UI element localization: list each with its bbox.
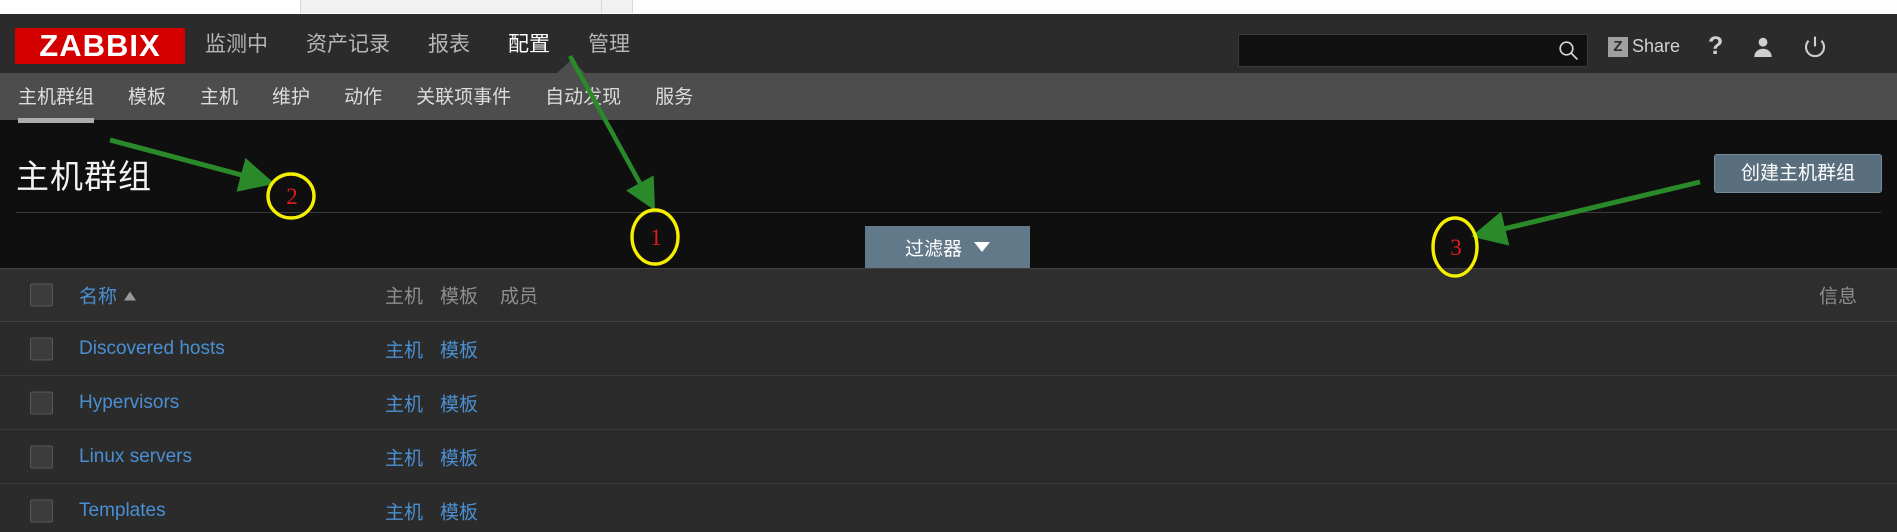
row-templates-link[interactable]: 模板: [440, 335, 478, 362]
row-hosts-link[interactable]: 主机: [385, 443, 423, 470]
row-checkbox[interactable]: [30, 445, 53, 468]
main-navigation: 监测中 资产记录 报表 配置 管理: [205, 32, 630, 58]
row-hosts-link[interactable]: 主机: [385, 389, 423, 416]
zabbix-host-groups-page: ZABBIX 监测中 资产记录 报表 配置 管理 Z Share ? 主机群组 …: [0, 0, 1897, 532]
subnav-item-templates[interactable]: 模板: [128, 82, 166, 123]
row-checkbox[interactable]: [30, 337, 53, 360]
column-header-info: 信息: [1818, 286, 1857, 308]
search-icon[interactable]: [1558, 40, 1579, 61]
share-icon: Z: [1608, 36, 1628, 57]
annotation-marker-3-label: 3: [1450, 235, 1462, 260]
help-icon-glyph: ?: [1708, 32, 1724, 60]
host-group-name-link[interactable]: Templates: [79, 500, 166, 522]
user-icon[interactable]: [1751, 35, 1775, 59]
column-header-name[interactable]: 名称: [79, 282, 137, 309]
column-header-members: 成员: [500, 286, 539, 308]
nav-item-monitoring[interactable]: 监测中: [205, 32, 268, 58]
nav-item-configuration[interactable]: 配置: [508, 32, 550, 58]
annotation-arrow-3: [1471, 179, 1701, 246]
subnav-item-host-groups[interactable]: 主机群组: [18, 82, 95, 123]
select-all-checkbox[interactable]: [30, 283, 53, 307]
select-all-checkbox-cell: [30, 283, 53, 307]
browser-tab[interactable]: [0, 0, 301, 13]
top-header: ZABBIX 监测中 资产记录 报表 配置 管理 Z Share ?: [0, 14, 1897, 73]
row-checkbox-cell: [30, 499, 53, 522]
host-group-name-link[interactable]: Discovered hosts: [79, 338, 225, 360]
subnav-item-services[interactable]: 服务: [655, 82, 693, 123]
annotation-marker-2-label: 2: [286, 184, 298, 209]
nav-item-administration[interactable]: 管理: [588, 32, 630, 58]
annotation-marker-1-label: 1: [650, 225, 662, 250]
chevron-down-icon: [974, 242, 990, 252]
table-row: Templates 主机 模板: [0, 484, 1897, 532]
sort-ascending-icon: [124, 291, 137, 301]
column-header-name-label: 名称: [79, 286, 118, 308]
power-icon[interactable]: [1803, 35, 1827, 59]
row-checkbox[interactable]: [30, 391, 53, 414]
search-input[interactable]: [1239, 35, 1549, 66]
row-checkbox-cell: [30, 391, 53, 414]
nav-item-inventory[interactable]: 资产记录: [306, 32, 390, 58]
share-label: Share: [1632, 36, 1681, 56]
table-row: Linux servers 主机 模板: [0, 430, 1897, 484]
column-header-hosts: 主机: [385, 286, 424, 308]
search-box: [1238, 34, 1588, 67]
column-header-templates: 模板: [440, 286, 479, 308]
help-icon[interactable]: ?: [1708, 32, 1723, 61]
row-hosts-link[interactable]: 主机: [385, 497, 423, 524]
browser-tab[interactable]: [301, 0, 602, 13]
host-groups-table: 名称 主机 模板 成员 信息 Discovered hosts 主机 模板 Hy…: [0, 268, 1897, 532]
page-title: 主机群组: [16, 158, 152, 195]
subnav-item-discovery[interactable]: 自动发现: [545, 82, 621, 123]
browser-chrome-strip: [0, 0, 1897, 14]
row-hosts-link[interactable]: 主机: [385, 335, 423, 362]
active-nav-pointer-icon: [556, 60, 586, 74]
row-checkbox[interactable]: [30, 499, 53, 522]
header-icon-group: Z Share ?: [1608, 32, 1827, 61]
subnav-item-actions[interactable]: 动作: [344, 82, 382, 123]
table-row: Discovered hosts 主机 模板: [0, 322, 1897, 376]
row-checkbox-cell: [30, 337, 53, 360]
sub-navigation: 主机群组 模板 主机 维护 动作 关联项事件 自动发现 服务: [0, 73, 1897, 123]
table-row: Hypervisors 主机 模板: [0, 376, 1897, 430]
subnav-item-maintenance[interactable]: 维护: [272, 82, 310, 123]
row-templates-link[interactable]: 模板: [440, 443, 478, 470]
host-group-name-link[interactable]: Hypervisors: [79, 392, 179, 414]
filter-tab-button[interactable]: 过滤器: [865, 226, 1030, 268]
filter-tab-label: 过滤器: [904, 238, 962, 260]
row-checkbox-cell: [30, 445, 53, 468]
subnav-item-hosts[interactable]: 主机: [200, 82, 238, 123]
title-divider: [16, 212, 1881, 213]
host-group-name-link[interactable]: Linux servers: [79, 446, 192, 468]
share-button[interactable]: Z Share: [1608, 36, 1680, 57]
browser-new-tab-button[interactable]: [602, 0, 633, 13]
nav-item-reports[interactable]: 报表: [428, 32, 470, 58]
row-templates-link[interactable]: 模板: [440, 389, 478, 416]
row-templates-link[interactable]: 模板: [440, 497, 478, 524]
table-header-row: 名称 主机 模板 成员 信息: [0, 268, 1897, 322]
subnav-item-correlation[interactable]: 关联项事件: [416, 82, 511, 123]
create-host-group-button[interactable]: 创建主机群组: [1714, 154, 1882, 193]
zabbix-logo[interactable]: ZABBIX: [15, 28, 185, 64]
